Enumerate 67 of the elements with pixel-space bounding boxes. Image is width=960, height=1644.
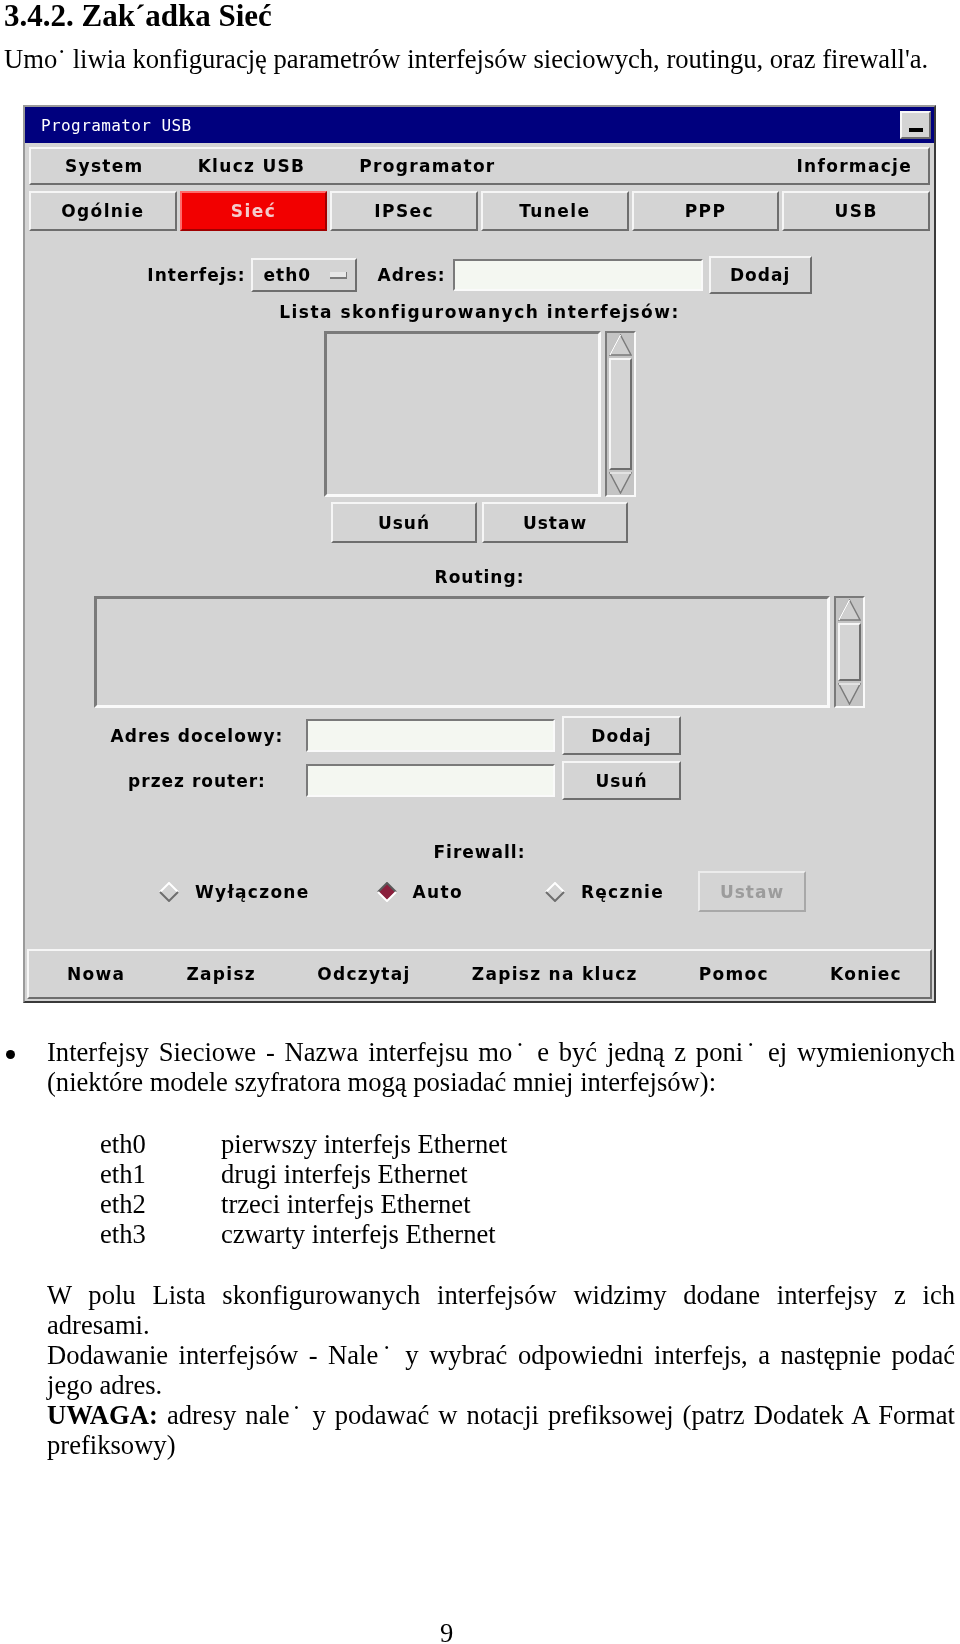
minimize-button[interactable] [900, 111, 931, 139]
radio-label[interactable]: Ręcznie [580, 881, 665, 902]
body-text: W polu Lista skonfigurowanych interfejsów widzimy dodane interfejsy z ich adresami. [47, 1280, 955, 1340]
window-title: Programator USB [41, 115, 192, 135]
action-button[interactable]: Zapisz na klucz [471, 964, 638, 984]
scroll-down-icon[interactable] [608, 472, 632, 494]
scrollbar[interactable] [604, 331, 636, 497]
address-field[interactable] [452, 259, 703, 291]
body-text: UWAGA: adresy nale˙ y podawać w notacji prefiksowej (patrz Dodatek A Format prefiksowy) [47, 1400, 955, 1460]
scrollbar-thumb[interactable] [608, 358, 632, 470]
bullet-text: Interfejsy Sieciowe - Nazwa interfejsu mo˙ e być jedną z poni˙ ej wymienionych (niektóre modele szyfratora mogą posiadać mniej interfejsów): [47, 1037, 955, 1097]
field-label: Interfejs: [147, 265, 246, 285]
menu-item[interactable]: System [65, 156, 144, 176]
section-heading: 3.4.2. Zak´adka Sieć [3, 0, 272, 32]
radio-button[interactable] [544, 881, 565, 902]
dropdown-indicator-icon [330, 271, 348, 279]
add-button[interactable]: Dodaj [562, 716, 681, 755]
remove-button[interactable]: Usuń [331, 502, 477, 543]
field-label: Adres docelowy: [109, 725, 285, 746]
intro-text: Umo˙ liwia konfigurację parametrów interfejsów sieciowych, routingu, oraz firewall'a. [4, 44, 929, 74]
action-button[interactable]: Nowa [67, 964, 126, 984]
tab[interactable]: USB [782, 191, 931, 231]
field-label: przez router: [127, 770, 267, 791]
radio-button[interactable] [376, 881, 397, 902]
menu-item[interactable]: Klucz USB [197, 156, 306, 176]
destination-field[interactable] [306, 719, 555, 752]
list-label: Lista skonfigurowanych interfejsów: [279, 301, 680, 324]
interface-description: pierwszy interfejs Ethernet [221, 1129, 508, 1159]
menu-item[interactable]: Informacje [796, 156, 912, 176]
page-number: 9 [439, 1622, 455, 1644]
interface-name: eth3 [100, 1219, 147, 1249]
section-label: Firewall: [433, 841, 526, 864]
scroll-up-icon[interactable] [608, 334, 632, 356]
body-text: Dodawanie interfejsów - Nale˙ y wybrać odpowiedni interfejs, a następnie podać jego adres. [47, 1340, 955, 1400]
tab[interactable]: IPSec [330, 191, 478, 231]
tab[interactable]: PPP [631, 191, 780, 231]
scroll-up-icon[interactable] [838, 599, 861, 621]
bullet-icon [6, 1050, 15, 1059]
radio-label[interactable]: Wyłączone [195, 881, 310, 902]
radio-button[interactable] [159, 881, 179, 902]
interface-list[interactable] [323, 331, 601, 497]
interface-name: eth1 [100, 1159, 147, 1189]
menu-item[interactable]: Programator [359, 156, 496, 176]
tab[interactable]: Tunele [481, 191, 629, 231]
scroll-down-icon[interactable] [838, 683, 861, 705]
action-button[interactable]: Koniec [830, 964, 902, 984]
interface-description: trzeci interfejs Ethernet [221, 1189, 472, 1219]
interface-name: eth2 [100, 1189, 147, 1219]
interface-description: czwarty interfejs Ethernet [221, 1219, 497, 1249]
tab[interactable]: Ogólnie [29, 191, 177, 231]
remove-button[interactable]: Usuń [562, 761, 681, 800]
interface-name: eth0 [100, 1129, 147, 1159]
set-button[interactable]: Ustaw [482, 502, 628, 543]
scrollbar-thumb[interactable] [838, 623, 861, 681]
minimize-icon [908, 128, 923, 132]
interface-dropdown[interactable]: eth0 [251, 258, 358, 292]
routing-list[interactable] [94, 596, 830, 708]
action-button[interactable]: Zapisz [186, 964, 257, 984]
scrollbar[interactable] [834, 596, 865, 708]
field-label: Adres: [377, 265, 446, 285]
section-label: Routing: [434, 566, 525, 589]
radio-label[interactable]: Auto [412, 881, 463, 902]
add-button[interactable]: Dodaj [708, 256, 812, 294]
interface-description: drugi interfejs Ethernet [221, 1159, 469, 1189]
router-field[interactable] [306, 764, 555, 797]
action-button[interactable]: Odczytaj [317, 964, 411, 984]
action-button[interactable]: Pomoc [698, 964, 769, 984]
